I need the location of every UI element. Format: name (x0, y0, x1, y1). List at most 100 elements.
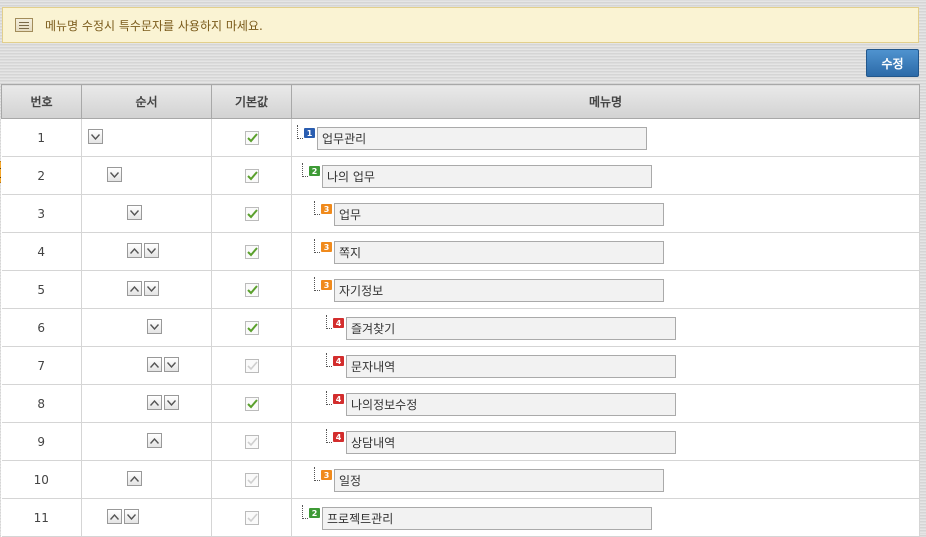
move-down-button[interactable] (144, 243, 159, 258)
chevron-up-icon (130, 475, 139, 482)
table-row: 22 (1, 156, 920, 195)
menu-name-input[interactable] (334, 202, 664, 226)
default-cell (211, 232, 292, 271)
move-down-button[interactable] (164, 395, 179, 410)
default-checkbox[interactable] (244, 244, 259, 259)
notepad-icon (15, 18, 33, 32)
tree-connector (314, 467, 320, 481)
move-up-button[interactable] (127, 281, 142, 296)
tree-connector (302, 163, 308, 177)
move-up-button[interactable] (147, 395, 162, 410)
default-checkbox[interactable] (244, 168, 259, 183)
default-checkbox[interactable] (244, 510, 259, 525)
column-header-default: 기본값 (211, 84, 292, 119)
level-badge-icon: 4 (333, 318, 344, 328)
row-number: 5 (1, 270, 82, 309)
move-down-button[interactable] (147, 319, 162, 334)
move-up-button[interactable] (147, 357, 162, 372)
chevron-down-icon (167, 399, 176, 406)
level-badge-icon: 3 (321, 204, 332, 214)
level-badge-icon: 4 (333, 356, 344, 366)
menu-name-cell: 3 (291, 232, 920, 271)
move-down-button[interactable] (164, 357, 179, 372)
menu-name-cell: 3 (291, 460, 920, 499)
move-up-button[interactable] (127, 471, 142, 486)
order-cell (81, 308, 212, 347)
checkmark-icon (246, 285, 258, 295)
level-badge-icon: 1 (304, 128, 315, 138)
default-cell (211, 346, 292, 385)
level-badge-icon: 4 (333, 394, 344, 404)
menu-name-input[interactable] (334, 468, 664, 492)
menu-name-input[interactable] (334, 240, 664, 264)
column-header-order: 순서 (81, 84, 212, 119)
level-badge-icon: 2 (309, 508, 320, 518)
tree-connector (314, 201, 320, 215)
chevron-down-icon (147, 247, 156, 254)
menu-name-input[interactable] (334, 278, 664, 302)
move-down-button[interactable] (107, 167, 122, 182)
menu-name-cell: 3 (291, 194, 920, 233)
notice-banner: 메뉴명 수정시 특수문자를 사용하지 마세요. (2, 7, 919, 43)
table-row: 11 (1, 118, 920, 157)
default-checkbox[interactable] (244, 434, 259, 449)
order-cell (81, 384, 212, 423)
default-checkbox[interactable] (244, 358, 259, 373)
menu-name-input[interactable] (346, 316, 676, 340)
move-down-button[interactable] (124, 509, 139, 524)
menu-name-cell: 1 (291, 118, 920, 157)
move-up-button[interactable] (127, 243, 142, 258)
checkmark-icon (246, 437, 258, 446)
menu-name-input[interactable] (346, 354, 676, 378)
move-down-button[interactable] (88, 129, 103, 144)
tree-connector (326, 429, 332, 443)
default-cell (211, 308, 292, 347)
order-cell (81, 118, 212, 157)
order-cell (81, 156, 212, 195)
menu-name-cell: 4 (291, 308, 920, 347)
tree-connector (297, 125, 303, 139)
menu-name-input[interactable] (322, 164, 652, 188)
checkmark-icon (246, 323, 258, 333)
table-row: 94 (1, 422, 920, 461)
save-button[interactable]: 수정 (866, 49, 919, 77)
menu-name-input[interactable] (346, 392, 676, 416)
move-down-button[interactable] (144, 281, 159, 296)
level-badge-icon: 2 (309, 166, 320, 176)
menu-table: 번호 순서 기본값 메뉴명 112233435364748494103112 (1, 84, 920, 537)
order-cell (81, 498, 212, 537)
order-cell (81, 460, 212, 499)
menu-name-input[interactable] (322, 506, 652, 530)
default-checkbox[interactable] (244, 320, 259, 335)
checkmark-icon (246, 171, 258, 181)
tree-connector (326, 391, 332, 405)
chevron-up-icon (150, 361, 159, 368)
menu-name-input[interactable] (317, 126, 647, 150)
default-checkbox[interactable] (244, 472, 259, 487)
chevron-down-icon (150, 323, 159, 330)
tree-connector (314, 277, 320, 291)
order-cell (81, 270, 212, 309)
order-cell (81, 422, 212, 461)
default-checkbox[interactable] (244, 130, 259, 145)
move-down-button[interactable] (127, 205, 142, 220)
default-checkbox[interactable] (244, 206, 259, 221)
level-badge-icon: 3 (321, 242, 332, 252)
move-up-button[interactable] (107, 509, 122, 524)
column-header-menu-name: 메뉴명 (291, 84, 920, 119)
tree-connector (326, 353, 332, 367)
checkmark-icon (246, 133, 258, 143)
table-header-row: 번호 순서 기본값 메뉴명 (1, 84, 920, 119)
row-number: 11 (1, 498, 82, 537)
chevron-down-icon (147, 285, 156, 292)
menu-name-input[interactable] (346, 430, 676, 454)
chevron-down-icon (127, 513, 136, 520)
checkmark-icon (246, 475, 258, 484)
default-checkbox[interactable] (244, 396, 259, 411)
move-up-button[interactable] (147, 433, 162, 448)
table-row: 10 3 (1, 460, 920, 499)
chevron-up-icon (130, 247, 139, 254)
default-checkbox[interactable] (244, 282, 259, 297)
default-cell (211, 498, 292, 537)
level-badge-icon: 4 (333, 432, 344, 442)
